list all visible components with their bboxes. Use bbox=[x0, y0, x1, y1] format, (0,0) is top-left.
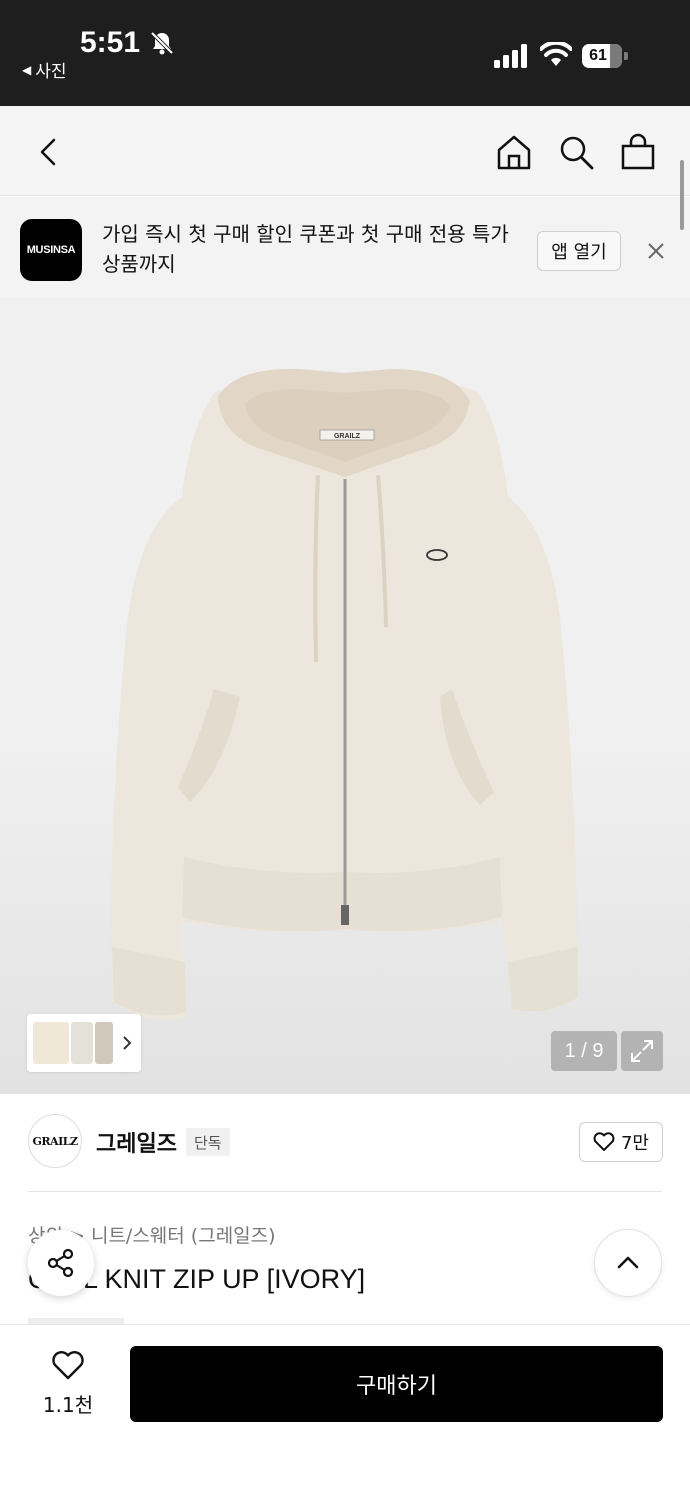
banner-message: 가입 즉시 첫 구매 할인 쿠폰과 첫 구매 전용 특가 상품까지 bbox=[102, 222, 509, 276]
expand-icon bbox=[631, 1040, 653, 1062]
bottom-action-bar: 1.1천 구매하기 bbox=[0, 1324, 690, 1500]
divider bbox=[28, 1191, 662, 1192]
close-icon[interactable] bbox=[642, 237, 670, 265]
thumbnail-3[interactable] bbox=[95, 1022, 113, 1064]
product-image-gallery[interactable]: GRAILZ bbox=[0, 297, 690, 1094]
shopping-bag-icon[interactable] bbox=[618, 132, 658, 172]
back-arrow-icon[interactable] bbox=[30, 132, 70, 172]
image-page-counter: 1 / 9 bbox=[551, 1031, 617, 1071]
exclusive-badge: 단독 bbox=[186, 1128, 230, 1156]
buy-button[interactable]: 구매하기 bbox=[130, 1346, 663, 1422]
thumbnail-1[interactable] bbox=[33, 1022, 69, 1064]
brand-like-button[interactable]: 7만 bbox=[579, 1122, 663, 1162]
scroll-to-top-button[interactable] bbox=[594, 1229, 662, 1297]
share-button[interactable] bbox=[28, 1230, 94, 1296]
thumbnail-2[interactable] bbox=[71, 1022, 93, 1064]
bell-slash-icon bbox=[150, 31, 174, 55]
back-to-photos-link[interactable]: ◀ 사진 bbox=[22, 57, 67, 82]
search-icon[interactable] bbox=[556, 132, 596, 172]
thumbnail-strip[interactable] bbox=[27, 1014, 141, 1072]
back-app-label: 사진 bbox=[35, 62, 67, 82]
top-navigation bbox=[0, 106, 690, 196]
status-bar: 5:51 ◀ 사진 61 bbox=[0, 0, 690, 106]
brand-name[interactable]: 그레일즈 bbox=[96, 1126, 177, 1158]
brand-row: GRAILZ 그레일즈 단독 7만 bbox=[0, 1094, 690, 1192]
product-photo: GRAILZ bbox=[110, 368, 578, 1020]
garment-label-text: GRAILZ bbox=[334, 433, 361, 440]
battery-level: 61 bbox=[589, 47, 607, 64]
heart-icon bbox=[52, 1351, 84, 1380]
chevron-right-icon[interactable] bbox=[119, 1033, 135, 1053]
open-app-button[interactable]: 앱 열기 bbox=[537, 231, 621, 271]
signal-icon bbox=[494, 44, 527, 68]
wishlist-button[interactable]: 1.1천 bbox=[30, 1349, 106, 1419]
musinsa-logo: MUSINSA bbox=[20, 219, 82, 281]
heart-icon bbox=[593, 1132, 615, 1151]
expand-image-button[interactable] bbox=[621, 1031, 663, 1071]
brand-avatar[interactable]: GRAILZ bbox=[28, 1114, 82, 1168]
home-icon[interactable] bbox=[494, 132, 534, 172]
chevron-up-icon bbox=[617, 1256, 639, 1269]
back-triangle-icon: ◀ bbox=[22, 62, 32, 77]
scrollbar[interactable] bbox=[680, 160, 684, 230]
brand-like-count: 7만 bbox=[620, 1133, 649, 1154]
wifi-icon bbox=[540, 42, 572, 66]
wishlist-count: 1.1천 bbox=[42, 1393, 94, 1417]
share-icon bbox=[47, 1248, 74, 1278]
battery-icon: 61 bbox=[582, 44, 628, 68]
status-time: 5:51 bbox=[80, 26, 141, 59]
